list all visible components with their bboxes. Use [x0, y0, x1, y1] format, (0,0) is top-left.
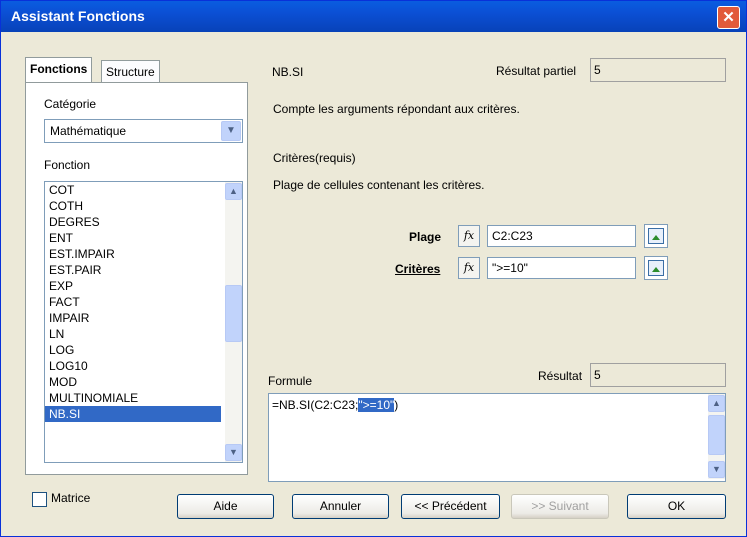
cancel-button[interactable]: Annuler: [292, 494, 389, 519]
list-item[interactable]: COTH: [45, 198, 221, 214]
function-wizard-window: Assistant Fonctions ✕ Fonctions Structur…: [0, 0, 747, 537]
category-select[interactable]: Mathématique ▼: [44, 119, 243, 143]
fx-button-criteres[interactable]: fx: [458, 257, 480, 279]
result-label: Résultat: [538, 369, 583, 383]
list-item[interactable]: LOG: [45, 342, 221, 358]
scroll-thumb[interactable]: [225, 285, 242, 342]
fx-button-plage[interactable]: fx: [458, 225, 480, 247]
list-item[interactable]: EST.IMPAIR: [45, 246, 221, 262]
arrow-down-icon[interactable]: ▼: [225, 444, 242, 461]
argument-description: Plage de cellules contenant les critères…: [273, 178, 485, 192]
list-item[interactable]: COT: [45, 182, 221, 198]
list-item[interactable]: DEGRES: [45, 214, 221, 230]
list-item[interactable]: IMPAIR: [45, 310, 221, 326]
formula-label: Formule: [268, 374, 313, 388]
tab-functions[interactable]: Fonctions: [25, 57, 93, 83]
arrow-down-icon[interactable]: ▼: [708, 461, 725, 478]
partial-result-field: 5: [590, 58, 726, 82]
list-item[interactable]: EXP: [45, 278, 221, 294]
matrix-checkbox[interactable]: [32, 492, 47, 507]
list-item[interactable]: FACT: [45, 294, 221, 310]
list-item[interactable]: ENT: [45, 230, 221, 246]
list-item[interactable]: MULTINOMIALE: [45, 390, 221, 406]
arg-label-criteres: Critères: [395, 262, 441, 276]
partial-result-label: Résultat partiel: [496, 64, 577, 78]
matrix-label: Matrice: [51, 491, 91, 505]
window-title: Assistant Fonctions: [11, 8, 145, 24]
list-item[interactable]: LOG10: [45, 358, 221, 374]
close-button[interactable]: ✕: [717, 6, 740, 29]
arrow-up-icon[interactable]: ▲: [708, 395, 725, 412]
list-item[interactable]: LN: [45, 326, 221, 342]
function-list[interactable]: COT COTH DEGRES ENT EST.IMPAIR EST.PAIR EXP FAC…: [44, 181, 243, 463]
category-label: Catégorie: [44, 97, 97, 111]
category-value: Mathématique: [50, 124, 127, 138]
list-item[interactable]: NB.SI: [45, 406, 221, 422]
formula-text: =NB.SI(C2:C23;">=10"): [272, 398, 399, 412]
list-item[interactable]: EST.PAIR: [45, 262, 221, 278]
scroll-thumb[interactable]: [708, 415, 725, 455]
function-list-scrollbar[interactable]: ▲ ▼: [225, 182, 242, 462]
function-label: Fonction: [44, 158, 91, 172]
formula-selection: ">=10": [358, 398, 395, 412]
previous-button[interactable]: << Précédent: [401, 494, 500, 519]
tab-structure[interactable]: Structure: [101, 60, 160, 82]
next-button[interactable]: >> Suivant: [511, 494, 609, 519]
arg-label-plage: Plage: [409, 230, 442, 244]
arg-input-criteres[interactable]: ">=10": [487, 257, 636, 279]
shrink-pick-icon[interactable]: [644, 224, 668, 248]
function-description: Compte les arguments répondant aux critè…: [273, 102, 520, 116]
function-name: NB.SI: [272, 65, 304, 79]
formula-editor[interactable]: =NB.SI(C2:C23;">=10") ▲ ▼: [268, 393, 726, 482]
chevron-down-icon[interactable]: ▼: [221, 121, 241, 141]
ok-button[interactable]: OK: [627, 494, 726, 519]
list-item[interactable]: MOD: [45, 374, 221, 390]
result-field: 5: [590, 363, 726, 387]
argument-title: Critères(requis): [273, 151, 356, 165]
arrow-up-icon[interactable]: ▲: [225, 183, 242, 200]
function-list-items: COT COTH DEGRES ENT EST.IMPAIR EST.PAIR EXP FAC…: [45, 182, 242, 422]
arg-input-plage[interactable]: C2:C23: [487, 225, 636, 247]
shrink-pick-icon[interactable]: [644, 256, 668, 280]
formula-scrollbar[interactable]: ▲ ▼: [708, 394, 725, 479]
help-button[interactable]: Aide: [177, 494, 274, 519]
title-bar[interactable]: Assistant Fonctions ✕: [1, 1, 746, 32]
